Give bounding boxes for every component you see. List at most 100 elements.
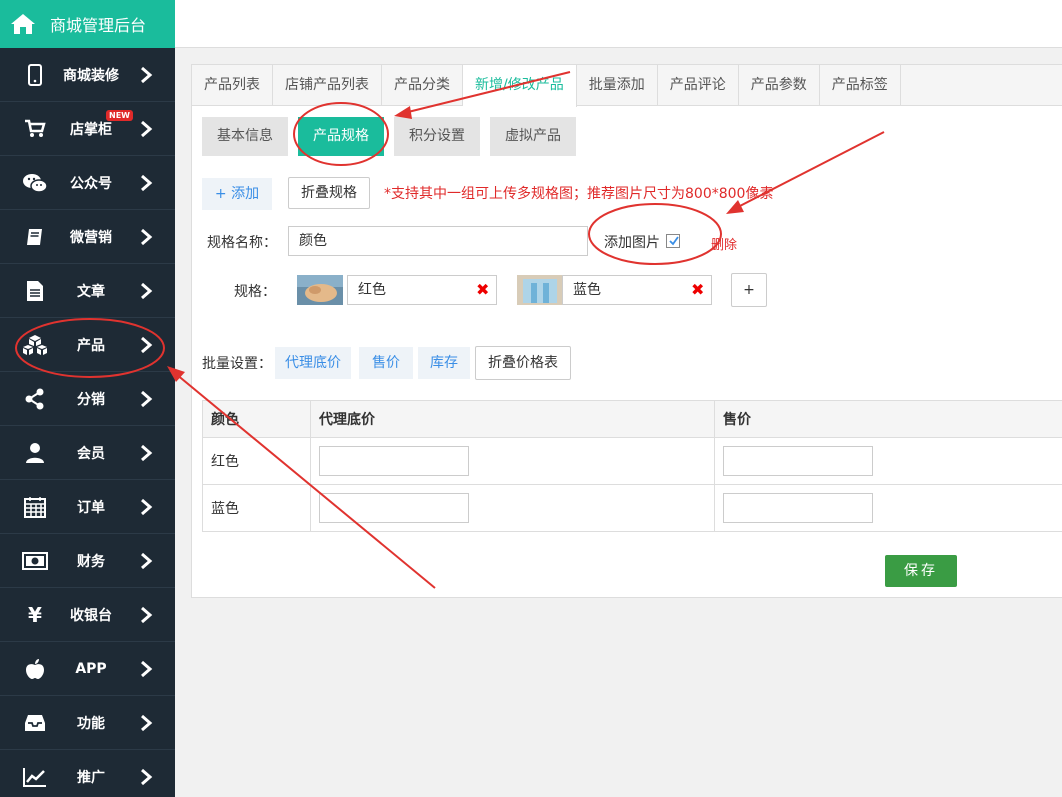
subtab-points-settings[interactable]: 积分设置 [394,117,480,156]
sidebar-item-articles[interactable]: 文章 [0,264,175,318]
chevron-right-icon [141,768,153,785]
sidebar-item-label: 分销 [77,391,105,408]
table-cell [310,484,715,532]
tab-product-tags[interactable]: 产品标签 [820,65,901,106]
apple-icon [22,656,48,682]
table-cell [310,437,715,485]
wechat-icon [22,170,48,196]
sidebar-item-label: 店掌柜 [70,121,112,138]
brand-header[interactable]: 商城管理后台 [0,0,175,48]
sidebar-item-label: 微营销 [70,229,112,246]
sidebar-item-finance[interactable]: 财务 [0,534,175,588]
subtab-virtual-product[interactable]: 虚拟产品 [490,117,576,156]
tab-product-category[interactable]: 产品分类 [382,65,463,106]
user-icon [22,440,48,466]
batch-sale-price-button[interactable]: 售价 [359,347,413,379]
add-image-label: 添加图片 [604,235,660,251]
sidebar-item-distribution[interactable]: 分销 [0,372,175,426]
table-header: 代理底价 [310,400,715,438]
tab-add-edit-product[interactable]: 新增/修改产品 [463,65,577,107]
document-icon [22,278,48,304]
sidebar-item-members[interactable]: 会员 [0,426,175,480]
sidebar-item-app[interactable]: APP [0,642,175,696]
save-button[interactable]: 保存 [885,555,957,587]
remove-spec-value-icon[interactable]: ✖ [476,280,489,299]
sidebar-item-shop-decoration[interactable]: 商城装修 [0,48,175,102]
chart-icon [22,764,48,790]
sale-price-input[interactable] [723,493,873,523]
tab-product-reviews[interactable]: 产品评论 [658,65,739,106]
spec-name-input[interactable]: 颜色 [288,226,588,256]
add-spec-button[interactable]: + 添加 [202,178,272,210]
sidebar-item-label: 订单 [77,499,105,516]
spec-hint: *支持其中一组可上传多规格图；推荐图片尺寸为800*800像素 [384,186,774,202]
yen-icon: ¥ [28,602,42,627]
delete-spec-link[interactable]: 删除 [711,234,737,253]
table-header: 颜色 [202,400,311,438]
batch-stock-button[interactable]: 库存 [418,347,470,379]
sidebar-item-label: 财务 [77,553,105,570]
chevron-right-icon [141,552,153,569]
sidebar-item-orders[interactable]: 订单 [0,480,175,534]
sidebar-item-store-manager[interactable]: 店掌柜 NEW [0,102,175,156]
add-spec-value-button[interactable]: + [731,273,767,307]
sale-price-input[interactable] [723,446,873,476]
chevron-right-icon [141,390,153,407]
chevron-right-icon [141,228,153,245]
brand-title: 商城管理后台 [50,16,147,35]
chevron-right-icon [141,606,153,623]
sidebar-item-label: 公众号 [70,175,112,192]
fold-price-table-button[interactable]: 折叠价格表 [475,346,571,380]
sidebar-item-label: APP [75,660,107,677]
calendar-icon [22,494,48,520]
batch-agent-price-button[interactable]: 代理底价 [275,347,351,379]
sub-tabs: 基本信息 产品规格 积分设置 虚拟产品 [202,117,586,156]
price-table: 颜色 代理底价 售价 红色 蓝色 [202,400,1062,532]
sidebar-item-products[interactable]: 产品 [0,318,175,372]
share-icon [22,386,48,412]
chevron-right-icon [141,282,153,299]
subtab-product-spec[interactable]: 产品规格 [298,117,384,156]
table-row: 红色 [202,437,1062,485]
sidebar-item-features[interactable]: 功能 [0,696,175,750]
sidebar-item-marketing[interactable]: 微营销 [0,210,175,264]
table-cell [714,484,1062,532]
sidebar-item-cashier[interactable]: ¥ 收银台 [0,588,175,642]
remove-spec-value-icon[interactable]: ✖ [691,280,704,299]
agent-price-input[interactable] [319,446,469,476]
cart-icon [22,116,48,142]
add-image-checkbox[interactable] [666,234,680,248]
sidebar-item-wechat[interactable]: 公众号 [0,156,175,210]
fold-spec-button[interactable]: 折叠规格 [288,177,370,209]
mobile-icon [22,62,48,88]
sidebar: 商城管理后台 商城装修 店掌柜 NEW 公众号 微营销 文章 产品 分销 会员 [0,0,175,797]
subtab-basic-info[interactable]: 基本信息 [202,117,288,156]
checkmark-icon [669,236,679,246]
spec-image-thumb-red[interactable] [297,275,343,305]
tab-product-params[interactable]: 产品参数 [739,65,820,106]
chevron-right-icon [141,120,153,137]
sidebar-item-promotion[interactable]: 推广 [0,750,175,797]
chevron-right-icon [141,444,153,461]
tab-store-product-list[interactable]: 店铺产品列表 [273,65,382,106]
tab-product-list[interactable]: 产品列表 [192,65,273,106]
sidebar-item-label: 产品 [77,337,105,354]
sidebar-item-label: 推广 [77,769,105,786]
spec-value-input-blue[interactable]: 蓝色 [562,275,712,305]
spec-value-input-red[interactable]: 红色 [347,275,497,305]
book-icon [22,224,48,250]
row-spec-name: 蓝色 [202,484,311,532]
product-tabs: 产品列表 店铺产品列表 产品分类 新增/修改产品 批量添加 产品评论 产品参数 … [192,65,1062,107]
table-header: 售价 [714,400,1062,438]
chevron-right-icon [141,498,153,515]
new-badge: NEW [106,110,133,121]
chevron-right-icon [141,714,153,731]
spec-name-label: 规格名称： [207,235,277,251]
agent-price-input[interactable] [319,493,469,523]
product-edit-panel: 产品列表 店铺产品列表 产品分类 新增/修改产品 批量添加 产品评论 产品参数 … [191,64,1062,598]
table-row: 蓝色 [202,484,1062,532]
top-bar [175,0,1062,48]
tab-batch-add[interactable]: 批量添加 [577,65,658,106]
sidebar-item-label: 文章 [77,283,105,300]
spec-image-thumb-blue[interactable] [517,275,563,305]
